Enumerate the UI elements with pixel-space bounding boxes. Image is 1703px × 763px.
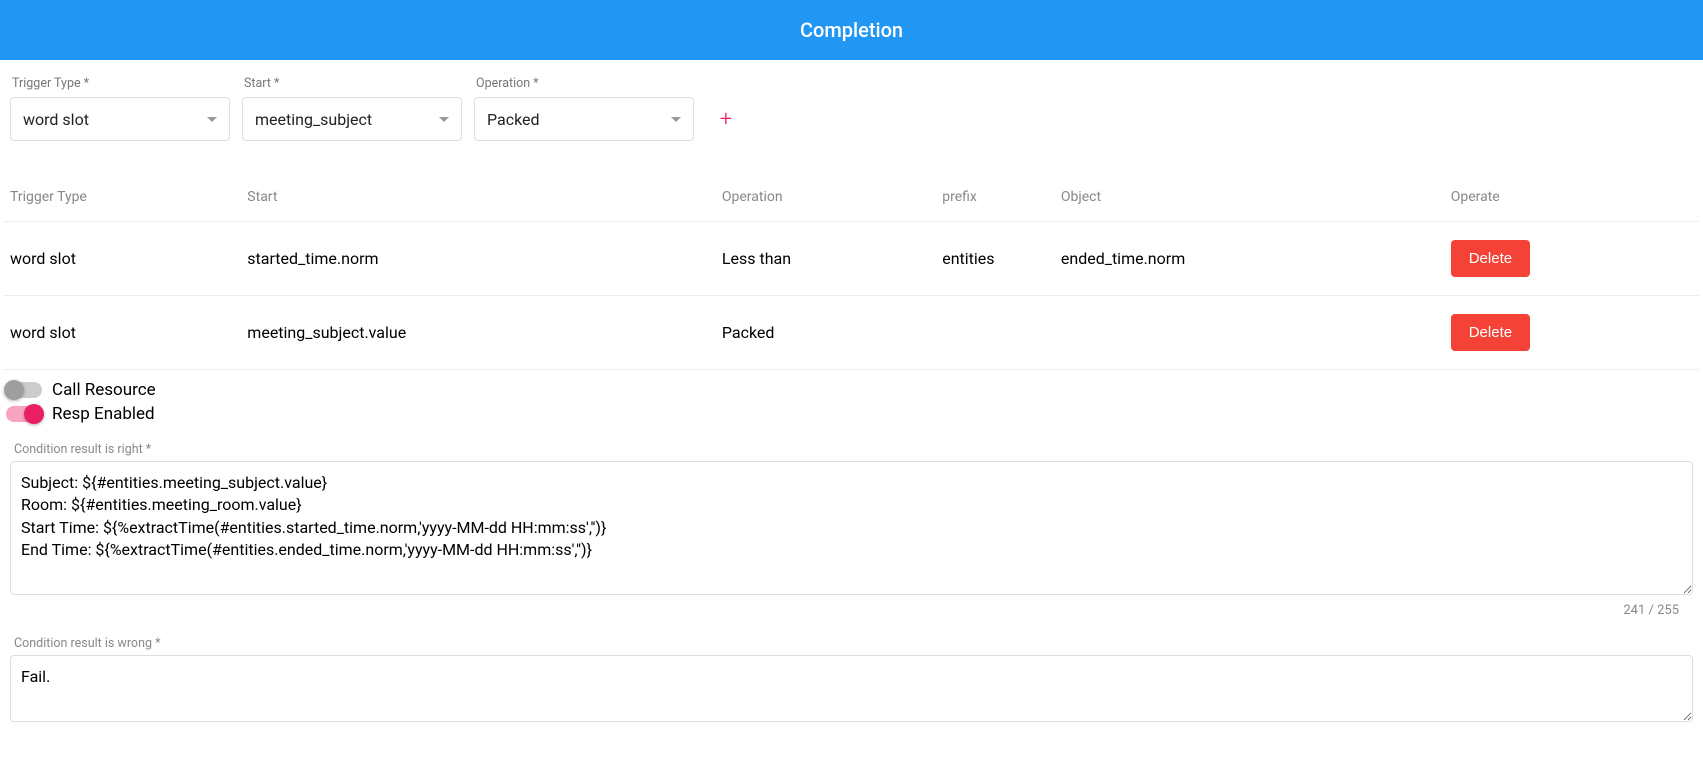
condition-right-field: Condition result is right * 241 / 255	[10, 442, 1693, 618]
cell-operate: Delete	[1445, 296, 1699, 370]
cell-trigger-type: word slot	[4, 296, 241, 370]
condition-wrong-field: Condition result is wrong *	[10, 636, 1693, 726]
operation-value: Packed	[487, 110, 540, 129]
toggle-knob-icon	[24, 404, 44, 424]
resp-enabled-row: Resp Enabled	[6, 404, 1697, 424]
table-row: word slot started_time.norm Less than en…	[4, 222, 1699, 296]
plus-icon: +	[720, 107, 732, 132]
cell-operate: Delete	[1445, 222, 1699, 296]
cell-object: ended_time.norm	[1055, 222, 1445, 296]
condition-wrong-label: Condition result is wrong *	[10, 636, 1693, 651]
delete-button[interactable]: Delete	[1451, 240, 1530, 277]
condition-right-textarea[interactable]	[10, 461, 1693, 595]
trigger-type-field: Trigger Type * word slot	[10, 76, 230, 141]
condition-wrong-textarea[interactable]	[10, 655, 1693, 722]
page-title: Completion	[800, 18, 903, 42]
trigger-type-label: Trigger Type *	[10, 76, 230, 91]
cell-trigger-type: word slot	[4, 222, 241, 296]
start-value: meeting_subject	[255, 110, 372, 129]
cell-start: meeting_subject.value	[241, 296, 716, 370]
operation-select[interactable]: Packed	[474, 97, 694, 141]
chevron-down-icon	[207, 117, 217, 122]
cell-prefix: entities	[936, 222, 1055, 296]
delete-button[interactable]: Delete	[1451, 314, 1530, 351]
th-trigger-type: Trigger Type	[4, 181, 241, 222]
th-operation: Operation	[716, 181, 936, 222]
condition-right-count: 241 / 255	[10, 599, 1693, 618]
start-field: Start * meeting_subject	[242, 76, 462, 141]
triggers-table: Trigger Type Start Operation prefix Obje…	[4, 181, 1699, 370]
call-resource-toggle[interactable]	[6, 382, 42, 398]
resp-enabled-label: Resp Enabled	[52, 404, 155, 424]
operation-field: Operation * Packed	[474, 76, 694, 141]
cell-operation: Packed	[716, 296, 936, 370]
th-operate: Operate	[1445, 181, 1699, 222]
resp-enabled-toggle[interactable]	[6, 406, 42, 422]
operation-label: Operation *	[474, 76, 694, 91]
th-prefix: prefix	[936, 181, 1055, 222]
start-select[interactable]: meeting_subject	[242, 97, 462, 141]
th-start: Start	[241, 181, 716, 222]
trigger-form-row: Trigger Type * word slot Start * meeting…	[0, 60, 1703, 141]
cell-prefix	[936, 296, 1055, 370]
table-row: word slot meeting_subject.value Packed D…	[4, 296, 1699, 370]
call-resource-label: Call Resource	[52, 380, 156, 400]
start-label: Start *	[242, 76, 462, 91]
cell-operation: Less than	[716, 222, 936, 296]
triggers-table-wrap: Trigger Type Start Operation prefix Obje…	[0, 141, 1703, 370]
toggle-knob-icon	[4, 380, 24, 400]
cell-start: started_time.norm	[241, 222, 716, 296]
condition-right-label: Condition result is right *	[10, 442, 1693, 457]
chevron-down-icon	[439, 117, 449, 122]
th-object: Object	[1055, 181, 1445, 222]
chevron-down-icon	[671, 117, 681, 122]
trigger-type-value: word slot	[23, 110, 89, 129]
trigger-type-select[interactable]: word slot	[10, 97, 230, 141]
page-header: Completion	[0, 0, 1703, 60]
cell-object	[1055, 296, 1445, 370]
add-button[interactable]: +	[712, 105, 740, 133]
call-resource-row: Call Resource	[6, 380, 1697, 400]
toggles-section: Call Resource Resp Enabled	[0, 370, 1703, 424]
